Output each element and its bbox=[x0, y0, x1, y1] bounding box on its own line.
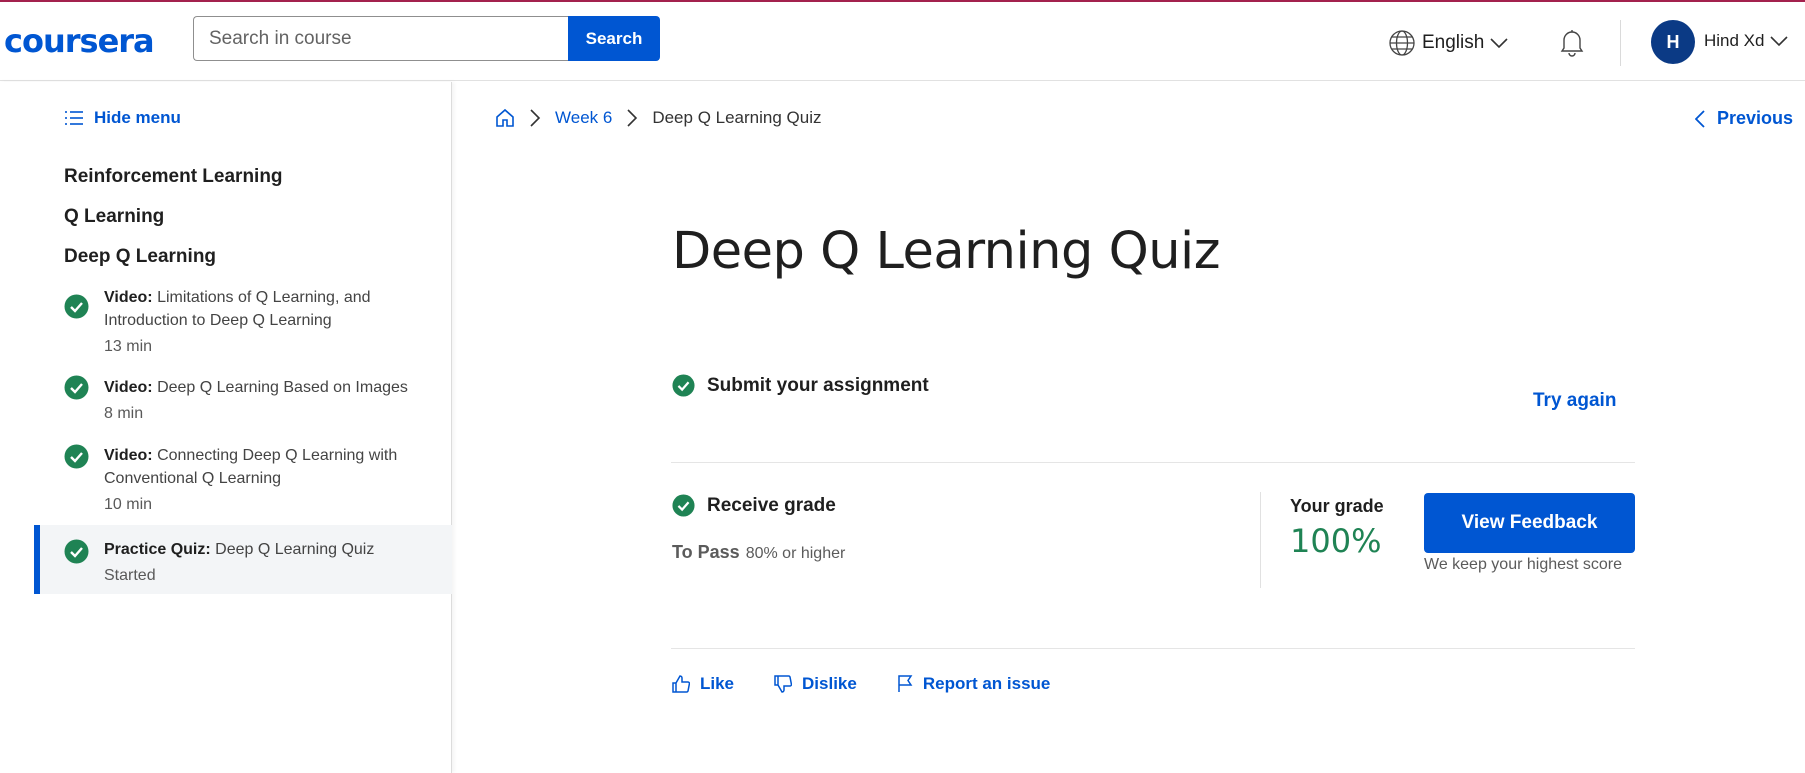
like-label: Like bbox=[700, 674, 735, 693]
flag-icon bbox=[898, 675, 913, 692]
user-menu[interactable]: Hind Xd bbox=[1704, 31, 1789, 51]
search-input[interactable] bbox=[194, 17, 568, 60]
header-divider bbox=[1620, 20, 1621, 66]
avatar[interactable]: H bbox=[1651, 20, 1695, 64]
previous-button[interactable]: Previous bbox=[1694, 108, 1793, 129]
user-name: Hind Xd bbox=[1704, 31, 1765, 50]
list-icon bbox=[65, 111, 83, 125]
pass-requirement: To Pass 80% or higher bbox=[672, 542, 845, 563]
globe-icon bbox=[1389, 30, 1415, 56]
hide-menu-button[interactable]: Hide menu bbox=[64, 108, 181, 128]
item-duration: 8 min bbox=[104, 405, 144, 422]
language-label: English bbox=[1422, 32, 1485, 53]
chevron-right-icon bbox=[627, 109, 638, 127]
notifications-button[interactable] bbox=[1556, 26, 1588, 63]
item-title: Video: Limitations of Q Learning, and In… bbox=[104, 289, 371, 329]
check-circle-icon bbox=[672, 374, 695, 397]
breadcrumb: Week 6 Deep Q Learning Quiz bbox=[495, 108, 821, 128]
chevron-right-icon bbox=[530, 109, 541, 127]
home-icon[interactable] bbox=[495, 108, 515, 128]
sidebar-item-video-images[interactable]: Video: Deep Q Learning Based on Images 8… bbox=[34, 375, 452, 425]
module-deep-q-learning[interactable]: Deep Q Learning bbox=[64, 246, 216, 268]
top-header: coursera Search English H Hind Xd bbox=[0, 2, 1805, 81]
check-circle-icon bbox=[64, 375, 89, 400]
submit-label: Submit your assignment bbox=[707, 374, 929, 396]
chevron-left-icon bbox=[1694, 109, 1705, 128]
chevron-down-icon bbox=[1490, 38, 1508, 49]
receive-grade-label: Receive grade bbox=[707, 494, 836, 516]
dislike-button[interactable]: Dislike bbox=[774, 674, 857, 694]
receive-grade-step: Receive grade bbox=[672, 494, 836, 517]
item-duration: 10 min bbox=[104, 496, 153, 513]
like-button[interactable]: Like bbox=[672, 674, 734, 694]
thumbs-down-icon bbox=[774, 675, 793, 693]
to-pass-label: To Pass bbox=[672, 542, 740, 562]
coursera-logo[interactable]: coursera bbox=[4, 22, 155, 60]
item-title: Video: Deep Q Learning Based on Images bbox=[104, 379, 408, 396]
grade-value: 100% bbox=[1290, 522, 1382, 560]
check-circle-icon bbox=[64, 294, 89, 319]
sidebar-item-video-connecting[interactable]: Video: Connecting Deep Q Learning with C… bbox=[34, 444, 452, 516]
sidebar-item-video-limitations[interactable]: Video: Limitations of Q Learning, and In… bbox=[34, 286, 452, 358]
main-content: Week 6 Deep Q Learning Quiz Previous Dee… bbox=[453, 82, 1805, 773]
active-indicator bbox=[34, 525, 40, 594]
search-field[interactable] bbox=[193, 16, 568, 61]
section-divider bbox=[671, 648, 1635, 649]
item-title: Practice Quiz: Deep Q Learning Quiz bbox=[104, 541, 375, 558]
item-title: Video: Connecting Deep Q Learning with C… bbox=[104, 447, 398, 487]
module-q-learning[interactable]: Q Learning bbox=[64, 206, 164, 228]
chevron-down-icon bbox=[1770, 36, 1789, 47]
item-duration: 13 min bbox=[104, 338, 153, 355]
section-divider bbox=[671, 462, 1635, 463]
breadcrumb-current: Deep Q Learning Quiz bbox=[652, 108, 822, 127]
view-feedback-button[interactable]: View Feedback bbox=[1424, 493, 1635, 553]
course-sidebar: Hide menu Reinforcement Learning Q Learn… bbox=[0, 82, 452, 773]
highest-score-note: We keep your highest score bbox=[1424, 556, 1623, 573]
breadcrumb-week[interactable]: Week 6 bbox=[555, 108, 612, 128]
feedback-actions: Like Dislike Report an issue bbox=[672, 674, 1050, 694]
submit-assignment-step: Submit your assignment bbox=[672, 374, 929, 397]
grade-divider bbox=[1260, 492, 1261, 588]
your-grade-label: Your grade bbox=[1290, 496, 1384, 516]
check-circle-icon bbox=[64, 444, 89, 469]
hide-menu-label: Hide menu bbox=[94, 108, 181, 127]
dislike-label: Dislike bbox=[802, 674, 857, 693]
page-title: Deep Q Learning Quiz bbox=[672, 222, 1221, 281]
module-reinforcement-learning[interactable]: Reinforcement Learning bbox=[64, 166, 283, 188]
thumbs-up-icon bbox=[672, 675, 690, 693]
try-again-button[interactable]: Try again bbox=[1533, 390, 1616, 412]
report-issue-label: Report an issue bbox=[922, 674, 1051, 693]
report-issue-button[interactable]: Report an issue bbox=[897, 674, 1051, 694]
check-circle-icon bbox=[672, 494, 695, 517]
check-circle-icon bbox=[64, 539, 89, 564]
sidebar-item-practice-quiz[interactable]: Practice Quiz: Deep Q Learning Quiz Star… bbox=[34, 525, 452, 594]
previous-label: Previous bbox=[1716, 108, 1793, 128]
bell-icon bbox=[1560, 30, 1584, 57]
to-pass-value: 80% or higher bbox=[745, 545, 846, 562]
language-selector[interactable]: English bbox=[1388, 28, 1508, 58]
search-button[interactable]: Search bbox=[568, 16, 660, 61]
item-status: Started bbox=[104, 567, 156, 584]
